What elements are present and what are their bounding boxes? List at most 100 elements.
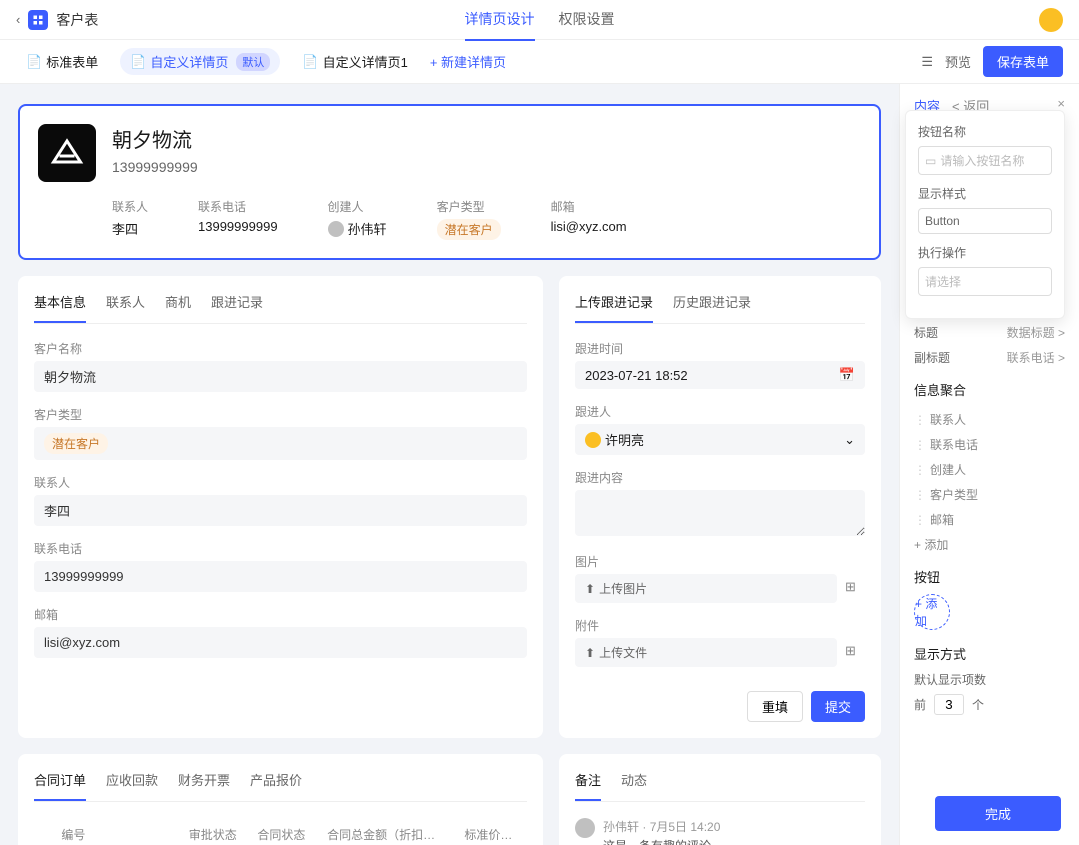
default-badge: 默认 xyxy=(236,53,270,71)
pop-name-label: 按钮名称 xyxy=(918,123,1052,140)
sp-field-type[interactable]: ⋮⋮客户类型 xyxy=(914,482,1065,507)
hf-creator-label: 创建人 xyxy=(328,198,387,215)
tab-contacts[interactable]: 联系人 xyxy=(106,292,145,323)
input-email[interactable] xyxy=(34,627,527,658)
fl-phone: 联系电话 xyxy=(34,540,527,557)
th-amount: 合同总金额（折扣… xyxy=(321,818,458,845)
drag-icon: ⋮⋮ xyxy=(914,513,924,527)
fl-email: 邮箱 xyxy=(34,606,527,623)
fl-fperson: 跟进人 xyxy=(575,403,865,420)
fl-fattach: 附件 xyxy=(575,617,865,634)
remark-avatar-icon xyxy=(575,818,595,838)
hf-creator-value: 孙伟轩 xyxy=(328,219,387,238)
tab-permission[interactable]: 权限设置 xyxy=(559,0,615,41)
hf-type-label: 客户类型 xyxy=(437,198,501,215)
calendar-icon: 📅 xyxy=(839,367,855,383)
tab-invoice[interactable]: 财务开票 xyxy=(178,770,230,801)
tab-history-follow[interactable]: 历史跟进记录 xyxy=(673,292,751,323)
hero-logo xyxy=(38,124,96,182)
input-phone[interactable] xyxy=(34,561,527,592)
sp-field-contact[interactable]: ⋮⋮联系人 xyxy=(914,407,1065,432)
button-icon: ▭ xyxy=(925,154,936,168)
preview-button[interactable]: 预览 xyxy=(945,52,971,71)
tab-receive[interactable]: 应收回款 xyxy=(106,770,158,801)
hf-phone-value: 13999999999 xyxy=(198,219,278,234)
hf-email-value: lisi@xyz.com xyxy=(551,219,627,234)
tab-upload-follow[interactable]: 上传跟进记录 xyxy=(575,292,653,323)
hf-contact-label: 联系人 xyxy=(112,198,148,215)
sp-show-count-input[interactable] xyxy=(934,694,964,715)
canvas: 朝夕物流 13999999999 联系人李四 联系电话13999999999 创… xyxy=(0,84,899,845)
hf-type-tag: 潜在客户 xyxy=(437,219,501,240)
subbar: 📄 标准表单 📄 自定义详情页默认 📄 自定义详情页1 + 新建详情页 ☰ 预览… xyxy=(0,40,1079,84)
user-avatar[interactable] xyxy=(1039,8,1063,32)
hero-title: 朝夕物流 xyxy=(112,124,198,153)
drag-icon: ⋮⋮ xyxy=(914,438,924,452)
follow-card[interactable]: 上传跟进记录 历史跟进记录 跟进时间 2023-07-21 18:52📅 跟进人许… xyxy=(559,276,881,738)
fl-fimage: 图片 xyxy=(575,553,865,570)
sp-field-phone[interactable]: ⋮⋮联系电话 xyxy=(914,432,1065,457)
pop-style-label: 显示样式 xyxy=(918,185,1052,202)
pop-name-input[interactable]: ▭请输入按钮名称 xyxy=(918,146,1052,175)
th-approval: 审批状态 xyxy=(183,818,252,845)
sp-title-row[interactable]: 标题数据标题 > xyxy=(914,324,1065,341)
chip-label: 标准表单 xyxy=(46,52,98,71)
sp-add-field[interactable]: + 添加 xyxy=(914,536,1065,553)
new-detail-page[interactable]: + 新建详情页 xyxy=(430,52,506,71)
submit-button[interactable]: 提交 xyxy=(811,691,865,722)
tab-detail-design[interactable]: 详情页设计 xyxy=(465,0,535,41)
reset-button[interactable]: 重填 xyxy=(747,691,803,722)
input-name[interactable] xyxy=(34,361,527,392)
tab-remarks[interactable]: 备注 xyxy=(575,770,601,801)
fl-contact: 联系人 xyxy=(34,474,527,491)
chip-custom-detail-1[interactable]: 📄 自定义详情页1 xyxy=(292,48,417,75)
tab-biz[interactable]: 商机 xyxy=(165,292,191,323)
topbar: ‹ 客户表 详情页设计 权限设置 xyxy=(0,0,1079,40)
fl-fcontent: 跟进内容 xyxy=(575,469,865,486)
pop-action-select[interactable]: 请选择 xyxy=(918,267,1052,296)
remarks-card[interactable]: 备注 动态 孙伟轩 · 7月5日 14:20 这是一条有趣的评论 xyxy=(559,754,881,845)
tab-activity[interactable]: 动态 xyxy=(621,770,647,801)
sp-button-title: 按钮 xyxy=(914,567,1065,586)
tab-follow[interactable]: 跟进记录 xyxy=(211,292,263,323)
drag-icon: ⋮⋮ xyxy=(914,413,924,427)
basic-info-card[interactable]: 基本信息 联系人 商机 跟进记录 客户名称 客户类型潜在客户 联系人 联系电话 … xyxy=(18,276,543,738)
chip-custom-detail[interactable]: 📄 自定义详情页默认 xyxy=(120,48,280,75)
sp-field-creator[interactable]: ⋮⋮创建人 xyxy=(914,457,1065,482)
hf-contact-value: 李四 xyxy=(112,219,148,238)
chip-standard-form[interactable]: 📄 标准表单 xyxy=(16,48,108,75)
input-contact[interactable] xyxy=(34,495,527,526)
upload-file-button[interactable]: ⬆ 上传文件 xyxy=(575,638,837,667)
sp-subtitle-row[interactable]: 副标题联系电话 > xyxy=(914,349,1065,366)
contract-table: 编号 审批状态 合同状态 合同总金额（折扣… 标准价… 1HBCONT-2306… xyxy=(34,818,527,845)
upload-image-button[interactable]: ⬆ 上传图片 xyxy=(575,574,837,603)
order-table-card[interactable]: 合同订单 应收回款 财务开票 产品报价 编号 审批状态 合同状态 合同总金额（折… xyxy=(18,754,543,845)
input-ftime[interactable]: 2023-07-21 18:52📅 xyxy=(575,361,865,389)
remark-item: 孙伟轩 · 7月5日 14:20 这是一条有趣的评论 xyxy=(575,818,865,845)
drag-icon: ⋮⋮ xyxy=(914,488,924,502)
fl-ftime: 跟进时间 xyxy=(575,340,865,357)
hf-phone-label: 联系电话 xyxy=(198,198,278,215)
qr-icon[interactable]: ⊞ xyxy=(845,643,865,663)
tab-contract[interactable]: 合同订单 xyxy=(34,770,86,801)
th-price: 标准价… xyxy=(458,818,527,845)
qr-icon[interactable]: ⊞ xyxy=(845,579,865,599)
hero-card[interactable]: 朝夕物流 13999999999 联系人李四 联系电话13999999999 创… xyxy=(18,104,881,260)
sp-info-title: 信息聚合 xyxy=(914,380,1065,399)
remark-time: 7月5日 14:20 xyxy=(650,820,721,834)
chip-label: 自定义详情页1 xyxy=(323,52,408,71)
type-tag: 潜在客户 xyxy=(44,433,108,454)
back-arrow[interactable]: ‹ xyxy=(16,12,20,27)
save-form-button[interactable]: 保存表单 xyxy=(983,46,1063,77)
tab-quote[interactable]: 产品报价 xyxy=(250,770,302,801)
drag-icon: ⋮⋮ xyxy=(914,463,924,477)
input-fperson[interactable]: 许明亮⌄ xyxy=(575,424,865,455)
done-button[interactable]: 完成 xyxy=(935,796,1061,831)
tab-basic-info[interactable]: 基本信息 xyxy=(34,292,86,323)
input-fcontent[interactable] xyxy=(575,490,865,536)
pop-style-select[interactable]: Button xyxy=(918,208,1052,234)
layout-toggle-icon[interactable]: ☰ xyxy=(921,54,933,70)
sp-field-email[interactable]: ⋮⋮邮箱 xyxy=(914,507,1065,532)
sp-add-button[interactable]: + 添加 xyxy=(914,594,950,630)
breadcrumb-title: 客户表 xyxy=(56,10,98,30)
